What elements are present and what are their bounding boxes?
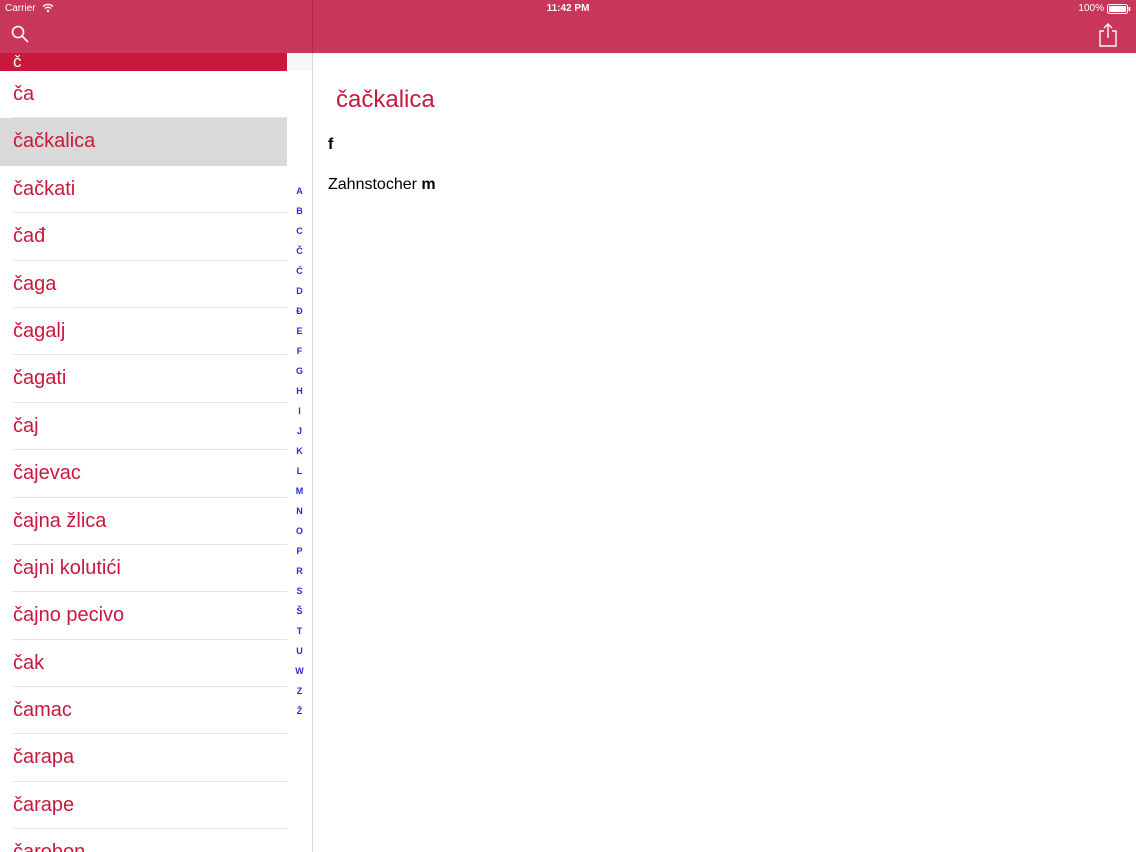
list-item[interactable]: čarobon [0, 829, 287, 852]
list-item[interactable]: čamac [0, 687, 287, 735]
list-item[interactable]: čajna žlica [0, 498, 287, 545]
index-letter[interactable]: Đ [287, 301, 312, 321]
list-item[interactable]: čaga [0, 261, 287, 308]
index-letter[interactable]: M [287, 481, 312, 501]
index-letter[interactable]: D [287, 281, 312, 301]
list-item-label: čačkati [13, 177, 76, 200]
list-item[interactable]: čajni kolutići [0, 545, 287, 593]
index-letter[interactable]: Z [287, 681, 312, 701]
index-letter[interactable]: Č [287, 241, 312, 261]
section-header-gap [287, 53, 312, 71]
index-letter[interactable]: L [287, 461, 312, 481]
alphabet-index[interactable]: ABCČĆDĐEFGHIJKLMNOPRSŠTUWZŽ [287, 181, 312, 721]
list-item-label: čađ [13, 225, 46, 248]
list-item[interactable]: čarapa [0, 734, 287, 782]
entry-title: čačkalica [336, 86, 435, 113]
index-letter[interactable]: J [287, 421, 312, 441]
index-letter[interactable]: C [287, 221, 312, 241]
index-letter[interactable]: Š [287, 601, 312, 621]
list-item-label: čajevac [13, 462, 81, 485]
navigation-bar: Carrier 11:42 PM 100% [0, 0, 1136, 53]
index-letter[interactable]: I [287, 401, 312, 421]
entry-detail-pane: čačkalica f Zahnstocher m [313, 53, 1136, 852]
list-item[interactable]: čačkalica [0, 118, 287, 166]
list-item[interactable]: čaj [0, 403, 287, 451]
list-item-label: čarapa [13, 746, 75, 769]
list-item-label: čačkalica [13, 130, 96, 153]
share-icon[interactable] [1098, 23, 1118, 47]
battery-percent-label: 100% [1078, 3, 1104, 14]
translation-gender: m [421, 176, 436, 193]
part-of-speech: f [328, 136, 334, 153]
index-letter[interactable]: P [287, 541, 312, 561]
index-letter[interactable]: F [287, 341, 312, 361]
list-item[interactable]: čajevac [0, 450, 287, 498]
index-letter[interactable]: K [287, 441, 312, 461]
word-list-pane: č ča čačkalica čačkati čađ čaga čagalj čagati č… [0, 53, 312, 852]
clock-label: 11:42 PM [546, 3, 590, 14]
list-item-label: čajna žlica [13, 509, 107, 532]
list-item[interactable]: čarape [0, 782, 287, 830]
list-item-label: čaj [13, 414, 39, 437]
translation-text: Zahnstocher [328, 176, 417, 193]
list-item[interactable]: čagati [0, 355, 287, 403]
list-item-label: čarape [13, 793, 75, 816]
list-item-label: čarobon [13, 829, 85, 852]
list-item[interactable]: čajno pecivo [0, 592, 287, 640]
index-letter[interactable]: U [287, 641, 312, 661]
index-letter[interactable]: E [287, 321, 312, 341]
list-item[interactable]: čačkati [0, 166, 287, 214]
index-letter[interactable]: O [287, 521, 312, 541]
index-letter[interactable]: G [287, 361, 312, 381]
word-list: ča čačkalica čačkati čađ čaga čagalj čagati čaj… [0, 71, 287, 852]
entry-translation: Zahnstocher m [328, 176, 436, 194]
index-letter[interactable]: R [287, 561, 312, 581]
section-header: č [0, 53, 287, 71]
list-item-label: čajno pecivo [13, 604, 125, 627]
index-letter[interactable]: Ć [287, 261, 312, 281]
list-item[interactable]: čak [0, 640, 287, 688]
list-item-label: čajni kolutići [13, 556, 121, 579]
list-item[interactable]: ča [0, 71, 287, 119]
list-item-label: čamac [13, 699, 72, 722]
index-letter[interactable]: A [287, 181, 312, 201]
index-letter[interactable]: W [287, 661, 312, 681]
list-item[interactable]: čagalj [0, 308, 287, 356]
list-item-label: čaga [13, 272, 57, 295]
index-letter[interactable]: B [287, 201, 312, 221]
list-item[interactable]: čađ [0, 213, 287, 261]
index-letter[interactable]: H [287, 381, 312, 401]
index-letter[interactable]: S [287, 581, 312, 601]
list-item-label: čak [13, 651, 45, 674]
index-letter[interactable]: Ž [287, 701, 312, 721]
list-item-label: čagalj [13, 319, 66, 342]
search-icon[interactable] [11, 25, 29, 43]
index-letter[interactable]: N [287, 501, 312, 521]
battery-icon [1107, 4, 1131, 14]
list-item-label: čagati [13, 367, 67, 390]
index-letter[interactable]: T [287, 621, 312, 641]
list-item-label: ča [13, 83, 35, 105]
